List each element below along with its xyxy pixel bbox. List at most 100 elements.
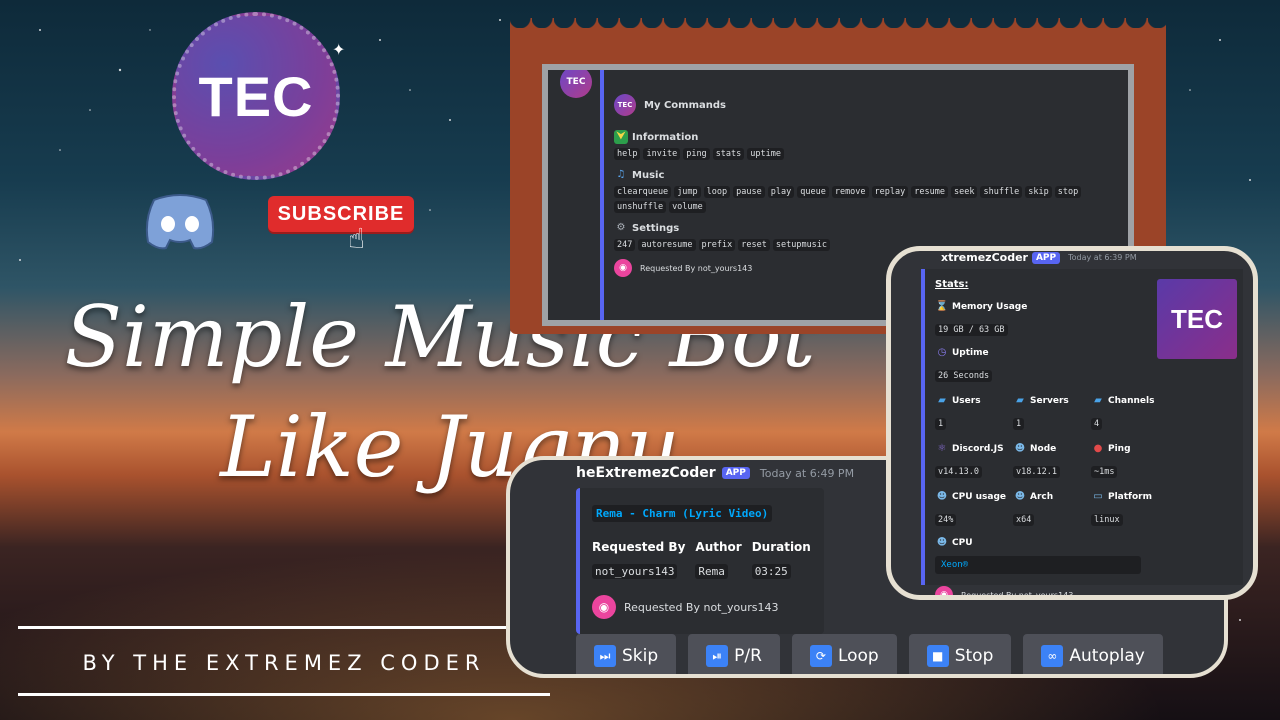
- command-chip: remove: [831, 186, 869, 198]
- autoplay-button[interactable]: ∞ Autoplay: [1023, 634, 1163, 674]
- stop-icon: ■: [926, 645, 949, 667]
- message-timestamp: Today at 6:49 PM: [759, 466, 855, 480]
- skip-button[interactable]: ⏭ Skip: [576, 634, 677, 674]
- stat-channels: ▰ Channels 4: [1091, 394, 1169, 430]
- folder-icon: ▰: [1094, 395, 1102, 406]
- discord-footer-icon: ◉: [592, 595, 616, 619]
- command-chip: stop: [1054, 186, 1082, 198]
- stat-cpu-usage: ☻ CPU usage 24%: [935, 491, 1007, 526]
- bot-avatar[interactable]: TEC: [560, 70, 592, 98]
- cpu-model-value: Xeon®: [935, 556, 1141, 574]
- stat-cpu: ☻ CPU Xeon®: [935, 536, 1233, 574]
- music-note-icon: ♫: [616, 169, 626, 180]
- message-timestamp: Today at 6:39 PM: [1068, 253, 1137, 262]
- stat-users: ▰ Users 1: [935, 394, 1013, 430]
- embed-footer: ◉ Requested By not_yours143: [592, 595, 812, 619]
- atom-icon: ⚛: [937, 443, 947, 454]
- folder-icon: ▰: [938, 395, 946, 406]
- stat-servers: ▰ Servers 1: [1013, 394, 1091, 430]
- stats-message: xtremezCoder APP Today at 6:39 PM Stats:…: [886, 246, 1258, 600]
- bot-name[interactable]: xtremezCoder: [941, 251, 1028, 264]
- discord-footer-icon: ◉: [614, 259, 632, 277]
- app-badge: APP: [1031, 251, 1061, 264]
- skip-icon: ⏭: [594, 645, 616, 667]
- stat-discordjs: ⚛ Discord.JS v14.13.0: [935, 442, 1013, 478]
- field-author: Author Rema: [695, 540, 742, 579]
- command-chip: setupmusic: [772, 239, 831, 251]
- app-badge: APP: [721, 467, 750, 479]
- beginner-icon: ⮟: [614, 130, 628, 144]
- music-commands: clearqueue jump loop pause play queue remove re…: [614, 186, 1118, 213]
- subscribe-label: SUBSCRIBE: [277, 202, 405, 225]
- embed-footer: ◉ Requested By not_yours143: [935, 586, 1233, 600]
- robot-icon: ☻: [1014, 491, 1026, 502]
- stats-row-system: ☻ CPU usage 24% ☻ Arch x64 ▭ Platform linux: [935, 490, 1233, 526]
- loop-button[interactable]: ⟳ Loop: [791, 634, 897, 674]
- command-chip: skip: [1025, 186, 1052, 198]
- section-information: ⮟ Information: [614, 130, 1118, 144]
- command-chip: volume: [669, 201, 706, 213]
- stats-embed: Stats: TEC ⌛ Memory Usage 19 GB / 63 GB ◷…: [921, 269, 1243, 595]
- loop-icon: ⟳: [809, 645, 832, 667]
- stats-row-versions: ⚛ Discord.JS v14.13.0 ☻ Node v18.12.1 ● Pin…: [935, 442, 1233, 478]
- command-chip: help: [614, 148, 641, 160]
- discord-footer-icon: ◉: [935, 586, 953, 595]
- play-pause-icon: ⏯: [706, 645, 729, 667]
- stat-ping: ● Ping ~1ms: [1091, 442, 1169, 478]
- command-chip: jump: [674, 186, 701, 198]
- embed-author-avatar: TEC: [614, 94, 636, 116]
- footer-text: Requested By not_yours143: [624, 600, 779, 614]
- section-music: ♫ Music: [614, 168, 1118, 182]
- bot-name[interactable]: heExtremezCoder: [576, 465, 716, 481]
- stat-platform: ▭ Platform linux: [1091, 490, 1169, 526]
- byline-text: BY THE EXTREMEZ CODER: [82, 651, 486, 675]
- folder-icon: ▰: [1016, 395, 1024, 406]
- command-chip: resume: [911, 186, 948, 198]
- command-chip: unshuffle: [614, 201, 667, 213]
- song-title[interactable]: Rema - Charm (Lyric Video): [592, 505, 773, 522]
- command-chip: ping: [683, 148, 710, 160]
- section-settings: ⚙ Settings: [614, 221, 1118, 235]
- sparkle-icon: ✦: [332, 40, 346, 59]
- command-chip: loop: [703, 186, 731, 198]
- embed-fields: Requested By not_yours143 Author Rema Du…: [592, 540, 812, 579]
- command-chip: stats: [712, 148, 745, 160]
- player-controls: ⏭ Skip ⏯ P/R ⟳ Loop ■ Stop ∞ Autoplay: [576, 634, 1163, 674]
- embed-accent-bar: [600, 70, 604, 320]
- commands-title: My Commands: [644, 99, 726, 111]
- field-duration: Duration 03:25: [751, 540, 811, 579]
- stat-node: ☻ Node v18.12.1: [1013, 442, 1091, 478]
- message-header: heExtremezCoder APP Today at 6:49 PM: [576, 465, 854, 481]
- command-chip: autoresume: [638, 239, 696, 251]
- pause-resume-button[interactable]: ⏯ P/R: [688, 634, 780, 674]
- command-chip: reset: [738, 239, 770, 251]
- tec-logo: TEC: [172, 12, 340, 180]
- footer-text: Requested By not_yours143: [961, 590, 1074, 600]
- tec-logo-text: TEC: [198, 64, 314, 128]
- hourglass-icon: ⌛: [935, 301, 949, 312]
- bot-thumbnail[interactable]: TEC: [1157, 279, 1237, 359]
- stats-row-counts: ▰ Users 1 ▰ Servers 1 ▰ Channels 4: [935, 394, 1233, 430]
- command-chip: seek: [950, 186, 978, 198]
- field-requested-by: Requested By not_yours143: [592, 540, 686, 579]
- command-chip: invite: [643, 148, 681, 160]
- command-chip: uptime: [747, 148, 784, 160]
- clock-icon: ◷: [937, 347, 947, 358]
- command-chip: play: [767, 186, 795, 198]
- robot-icon: ☻: [1014, 443, 1026, 454]
- ping-pong-icon: ●: [1093, 443, 1103, 454]
- message-header: xtremezCoder APP Today at 6:39 PM: [941, 251, 1137, 264]
- information-commands: help invite ping stats uptime: [614, 148, 1118, 160]
- command-chip: clearqueue: [614, 186, 672, 198]
- command-chip: replay: [871, 186, 909, 198]
- command-chip: 247: [614, 239, 636, 251]
- hand-pointer-icon: ☝: [348, 222, 366, 255]
- laptop-icon: ▭: [1093, 491, 1103, 502]
- footer-text: Requested By not_yours143: [640, 263, 753, 273]
- subscribe-button[interactable]: SUBSCRIBE: [268, 196, 414, 232]
- now-playing-embed: Rema - Charm (Lyric Video) Requested By …: [576, 488, 824, 634]
- stop-button[interactable]: ■ Stop: [908, 634, 1012, 674]
- command-chip: shuffle: [980, 186, 1023, 198]
- command-chip: prefix: [698, 239, 736, 251]
- stat-arch: ☻ Arch x64: [1013, 491, 1054, 526]
